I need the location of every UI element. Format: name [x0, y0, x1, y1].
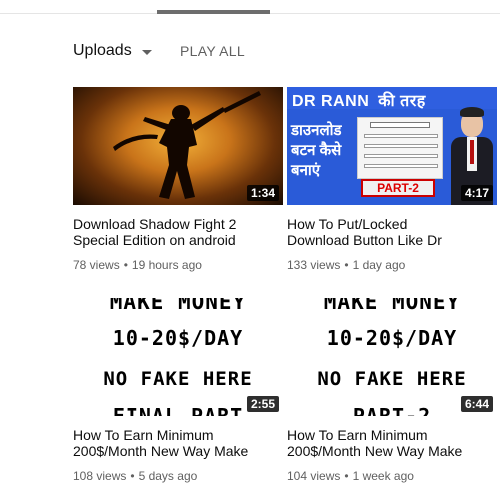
thumbnail-page-mockup	[357, 117, 443, 179]
thumbnail-line: NO FAKE HERE	[317, 368, 467, 390]
upload-age: 5 days ago	[138, 469, 198, 483]
upload-age: 1 day ago	[352, 258, 406, 272]
thumbnail-line: MAKE MONEY	[109, 298, 247, 314]
play-all-button[interactable]: PLAY ALL	[180, 43, 245, 59]
thumbnail-line: MAKE MONEY	[323, 298, 461, 314]
video-duration: 4:17	[460, 185, 493, 201]
view-count: 78 views	[73, 258, 120, 272]
uploads-sort-dropdown[interactable]: Uploads	[73, 42, 152, 60]
video-title-line: How To Earn Minimum	[287, 427, 428, 443]
video-title-line: How To Put/Locked	[287, 216, 408, 232]
view-count: 108 views	[73, 469, 127, 483]
video-thumbnail[interactable]: MAKE MONEY 10-20$/DAY NO FAKE HERE FINAL…	[73, 298, 283, 416]
video-title[interactable]: How To Earn Minimum 200$/Month New Way M…	[287, 427, 492, 459]
active-tab-indicator	[157, 10, 270, 14]
mockup-line	[364, 134, 438, 138]
mockup-line	[364, 164, 438, 168]
video-title-line: 200$/Month New Way Make	[287, 443, 463, 459]
mockup-line	[364, 144, 438, 148]
upload-age: 19 hours ago	[131, 258, 202, 272]
thumbnail-hindi-line: बनाएं	[291, 162, 321, 179]
video-card[interactable]: 1:34 Download Shadow Fight 2 Special Edi…	[73, 87, 283, 272]
video-meta: 133 views • 1 day ago	[287, 258, 406, 272]
thumbnail-title: DR RANN की तरह	[292, 89, 426, 111]
video-meta: 108 views • 5 days ago	[73, 469, 198, 483]
video-thumbnail[interactable]: 1:34	[73, 87, 283, 205]
thumbnail-line: NO FAKE HERE	[103, 368, 253, 390]
view-count: 104 views	[287, 469, 341, 483]
video-title-line: Download Shadow Fight 2	[73, 216, 237, 232]
thumbnail-title-hi: की तरह	[378, 93, 426, 110]
thumbnail-hindi-text: डाउनलोड बटन कैसे बनाएं	[291, 121, 361, 181]
thumbnail-title-en: DR RANN	[292, 93, 370, 110]
thumbnail-line: 10-20$/DAY	[112, 326, 244, 350]
video-meta: 104 views • 1 week ago	[287, 469, 414, 483]
thumbnail-line: 10-20$/DAY	[326, 326, 458, 350]
thumbnail-hindi-line: बटन कैसे	[291, 142, 342, 159]
video-title[interactable]: How To Earn Minimum 200$/Month New Way M…	[73, 427, 278, 459]
video-title[interactable]: How To Put/Locked Download Button Like D…	[287, 216, 492, 248]
video-title-line: Special Edition on android	[73, 232, 236, 248]
video-title[interactable]: Download Shadow Fight 2 Special Edition …	[73, 216, 278, 248]
mockup-button	[370, 122, 430, 128]
mockup-line	[364, 154, 438, 158]
video-card[interactable]: MAKE MONEY 10-20$/DAY NO FAKE HERE PART-…	[287, 298, 497, 483]
video-thumbnail[interactable]: MAKE MONEY 10-20$/DAY NO FAKE HERE PART-…	[287, 298, 497, 416]
view-count: 133 views	[287, 258, 341, 272]
uploads-header: Uploads PLAY ALL	[73, 41, 245, 61]
video-card[interactable]: DR RANN की तरह डाउनलोड बटन कैसे बनाएं PA…	[287, 87, 497, 272]
uploads-label: Uploads	[73, 42, 132, 59]
video-duration: 2:55	[246, 396, 279, 412]
video-thumbnail[interactable]: DR RANN की तरह डाउनलोड बटन कैसे बनाएं PA…	[287, 87, 497, 205]
video-title-line: 200$/Month New Way Make	[73, 443, 249, 459]
video-duration: 6:44	[460, 396, 493, 412]
video-card[interactable]: MAKE MONEY 10-20$/DAY NO FAKE HERE FINAL…	[73, 298, 283, 483]
thumbnail-hindi-line: डाउनलोड	[291, 122, 342, 139]
video-title-line: Download Button Like Dr	[287, 232, 442, 248]
video-meta: 78 views • 19 hours ago	[73, 258, 202, 272]
caret-down-icon	[141, 49, 152, 55]
video-duration: 1:34	[246, 185, 279, 201]
upload-age: 1 week ago	[352, 469, 414, 483]
thumbnail-part-label: PART-2	[361, 179, 435, 197]
video-title-line: How To Earn Minimum	[73, 427, 214, 443]
